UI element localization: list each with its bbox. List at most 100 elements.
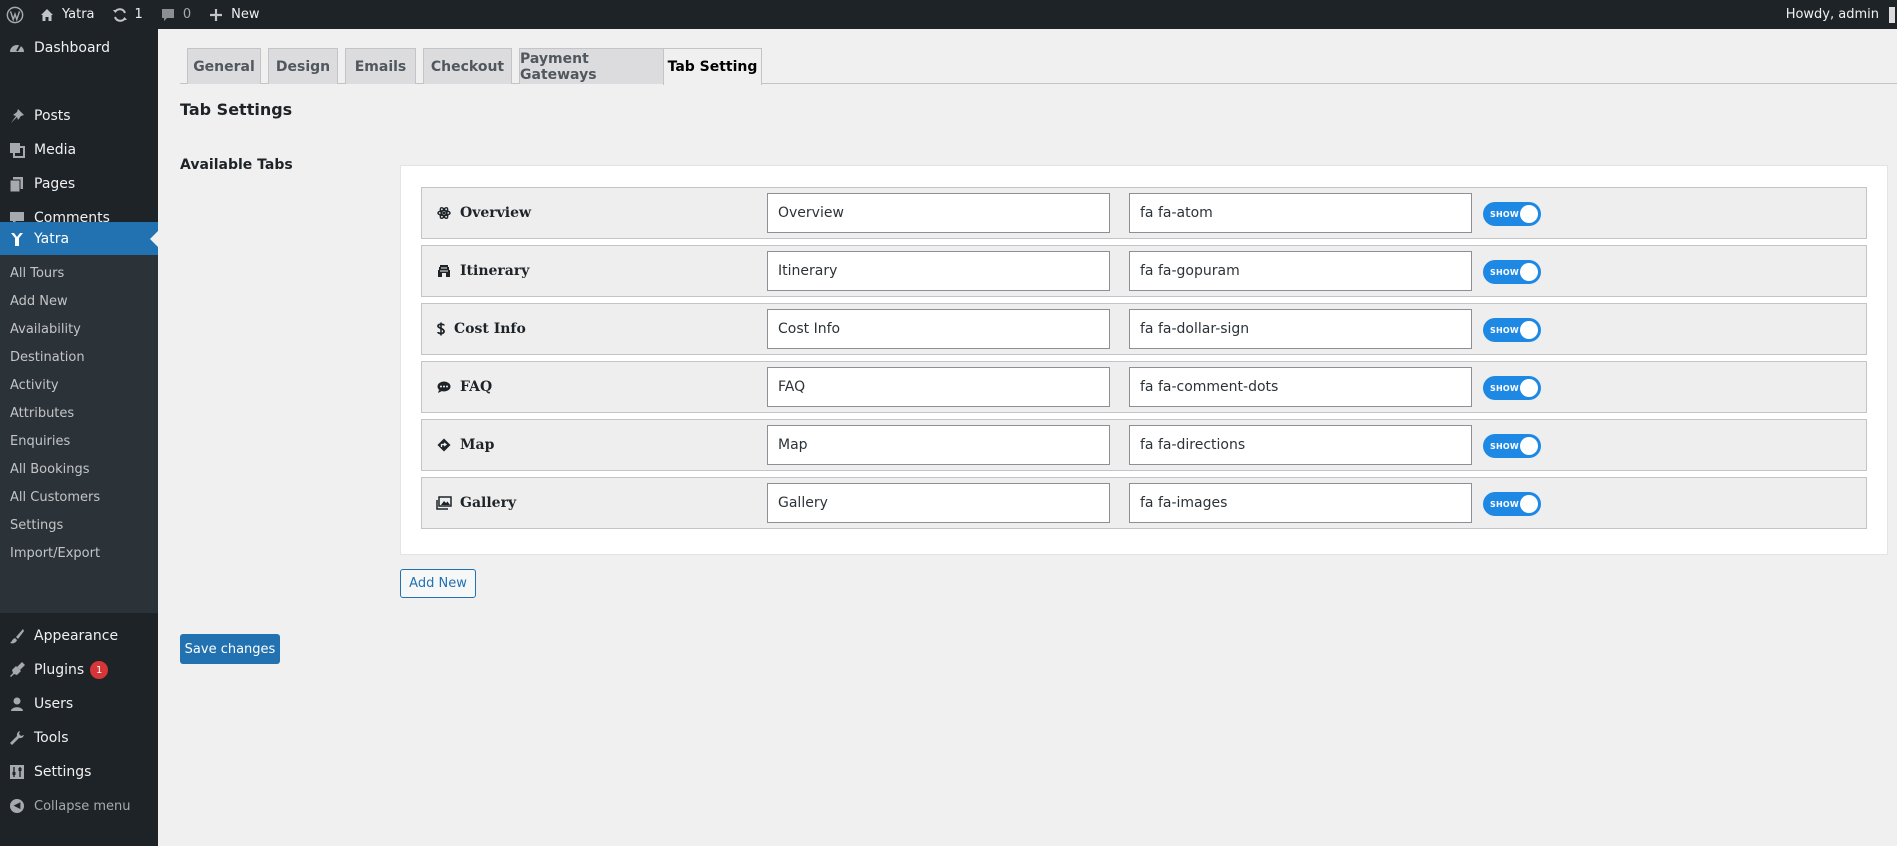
submenu-all-customers[interactable]: All Customers <box>10 490 100 505</box>
visibility-toggle[interactable]: SHOW <box>1483 260 1541 284</box>
site-name: Yatra <box>62 7 95 22</box>
new-label: New <box>231 7 260 22</box>
tab-icon-input[interactable]: fa fa-comment-dots <box>1129 367 1472 407</box>
available-tabs-panel: Overview Overview fa fa-atom SHOW Itiner… <box>400 165 1888 555</box>
submenu-enquiries[interactable]: Enquiries <box>10 434 70 449</box>
visibility-toggle[interactable]: SHOW <box>1483 202 1541 226</box>
menu-appearance[interactable]: Appearance <box>0 621 158 651</box>
tab-row-cost-info[interactable]: Cost Info Cost Info fa fa-dollar-sign SH… <box>421 303 1867 355</box>
save-changes-button[interactable]: Save changes <box>180 634 280 664</box>
site-name-link[interactable]: Yatra <box>30 0 103 29</box>
tab-tab-setting[interactable]: Tab Setting <box>663 48 762 85</box>
menu-pages[interactable]: Pages <box>0 169 158 199</box>
tab-label-input[interactable]: FAQ <box>767 367 1110 407</box>
tab-icon-input[interactable]: fa fa-directions <box>1129 425 1472 465</box>
tab-label-input[interactable]: Gallery <box>767 483 1110 523</box>
tab-row-title: Cost Info <box>436 304 526 354</box>
submenu-availability[interactable]: Availability <box>10 322 81 337</box>
toggle-label: SHOW <box>1490 441 1519 451</box>
tab-emails[interactable]: Emails <box>345 48 416 84</box>
tab-payment-gateways[interactable]: Payment Gateways <box>519 48 669 84</box>
menu-dashboard-label: Dashboard <box>34 40 110 56</box>
directions-icon <box>436 437 452 453</box>
submenu-import-export[interactable]: Import/Export <box>10 546 100 561</box>
submenu-attributes[interactable]: Attributes <box>10 406 74 421</box>
tab-icon-input[interactable]: fa fa-atom <box>1129 193 1472 233</box>
tab-icon-input[interactable]: fa fa-dollar-sign <box>1129 309 1472 349</box>
menu-users[interactable]: Users <box>0 689 158 719</box>
submenu-activity[interactable]: Activity <box>10 378 59 393</box>
toggle-knob <box>1520 263 1538 281</box>
visibility-toggle[interactable]: SHOW <box>1483 434 1541 458</box>
toggle-label: SHOW <box>1490 383 1519 393</box>
yatra-icon <box>0 230 34 248</box>
tab-row-overview[interactable]: Overview Overview fa fa-atom SHOW <box>421 187 1867 239</box>
tab-row-faq[interactable]: FAQ FAQ fa fa-comment-dots SHOW <box>421 361 1867 413</box>
toggle-label: SHOW <box>1490 325 1519 335</box>
tab-label-input[interactable]: Cost Info <box>767 309 1110 349</box>
tab-checkout[interactable]: Checkout <box>423 48 512 84</box>
comments-link[interactable]: 0 <box>151 0 199 29</box>
submenu-add-new[interactable]: Add New <box>10 294 68 309</box>
menu-tools-label: Tools <box>34 730 69 746</box>
collapse-menu-button[interactable]: ◀ Collapse menu <box>0 791 158 821</box>
tab-icon-input[interactable]: fa fa-gopuram <box>1129 251 1472 291</box>
media-icon <box>0 141 34 159</box>
tab-row-map[interactable]: Map Map fa fa-directions SHOW <box>421 419 1867 471</box>
home-icon <box>38 6 56 24</box>
dollar-sign-icon <box>436 321 446 337</box>
wordpress-logo-button[interactable] <box>0 0 30 29</box>
menu-pages-label: Pages <box>34 176 76 192</box>
tab-label-input[interactable]: Itinerary <box>767 251 1110 291</box>
greeting: Howdy, admin <box>1785 7 1879 22</box>
visibility-toggle[interactable]: SHOW <box>1483 492 1541 516</box>
menu-yatra[interactable]: Yatra <box>0 222 158 256</box>
pages-icon <box>0 175 34 193</box>
menu-settings-label: Settings <box>34 764 92 780</box>
toggle-label: SHOW <box>1490 267 1519 277</box>
tab-icon-input[interactable]: fa fa-images <box>1129 483 1472 523</box>
tab-label-input[interactable]: Overview <box>767 193 1110 233</box>
comment-dots-icon <box>436 379 452 395</box>
menu-media-label: Media <box>34 142 77 158</box>
tab-general[interactable]: General <box>187 48 261 84</box>
settings-tabs: General Design Emails Checkout Payment G… <box>180 48 1897 85</box>
comments-count: 0 <box>182 7 192 22</box>
tab-row-title: Map <box>436 420 494 470</box>
toggle-label: SHOW <box>1490 209 1519 219</box>
avatar <box>1889 6 1895 23</box>
toggle-knob <box>1520 379 1538 397</box>
submenu-all-bookings[interactable]: All Bookings <box>10 462 89 477</box>
menu-dashboard[interactable]: Dashboard <box>0 33 158 63</box>
tab-row-title: Itinerary <box>436 246 529 296</box>
tab-row-itinerary[interactable]: Itinerary Itinerary fa fa-gopuram SHOW <box>421 245 1867 297</box>
menu-tools[interactable]: Tools <box>0 723 158 753</box>
tab-row-title: FAQ <box>436 362 492 412</box>
visibility-toggle[interactable]: SHOW <box>1483 318 1541 342</box>
tab-row-title: Overview <box>436 188 531 238</box>
tab-design[interactable]: Design <box>268 48 338 84</box>
atom-icon <box>436 205 452 221</box>
submenu-all-tours[interactable]: All Tours <box>10 266 64 281</box>
account-menu[interactable]: Howdy, admin <box>1778 0 1897 29</box>
toggle-knob <box>1520 437 1538 455</box>
wrench-icon <box>0 729 34 747</box>
visibility-toggle[interactable]: SHOW <box>1483 376 1541 400</box>
menu-media[interactable]: Media <box>0 135 158 165</box>
tab-row-gallery[interactable]: Gallery Gallery fa fa-images SHOW <box>421 477 1867 529</box>
submenu-settings[interactable]: Settings <box>10 518 63 533</box>
tab-row-title-text: FAQ <box>460 379 493 395</box>
add-new-tab-button[interactable]: Add New <box>400 569 476 598</box>
tab-label-input[interactable]: Map <box>767 425 1110 465</box>
menu-plugins[interactable]: Plugins 1 <box>0 655 158 685</box>
menu-appearance-label: Appearance <box>34 628 119 644</box>
plugins-update-badge: 1 <box>90 661 109 679</box>
updates-icon <box>111 6 129 24</box>
new-content-link[interactable]: New <box>199 0 267 29</box>
updates-link[interactable]: 1 <box>103 0 151 29</box>
page-title: Tab Settings <box>180 100 293 119</box>
submenu-destination[interactable]: Destination <box>10 350 85 365</box>
paintbrush-icon <box>0 627 34 645</box>
menu-settings[interactable]: Settings <box>0 757 158 787</box>
menu-posts[interactable]: Posts <box>0 101 158 131</box>
